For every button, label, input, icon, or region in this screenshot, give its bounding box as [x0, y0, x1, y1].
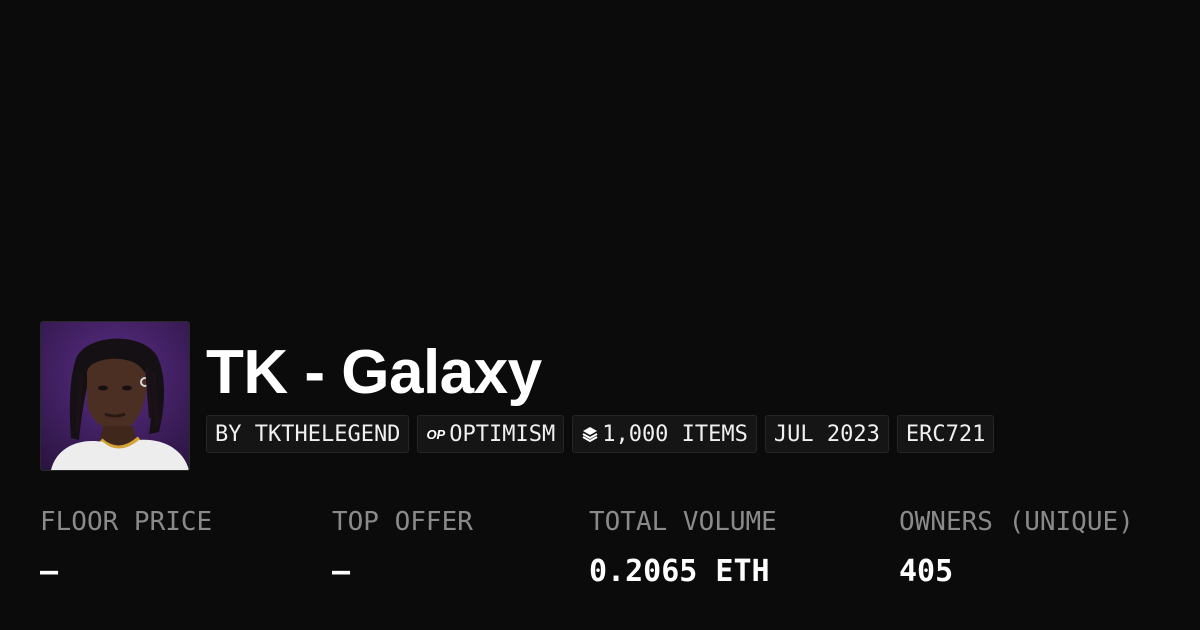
collection-avatar: [40, 321, 190, 471]
floor-price-stat: FLOOR PRICE –: [40, 505, 212, 591]
owners-label: OWNERS (UNIQUE): [899, 507, 1134, 537]
items-chip: 1,000 ITEMS: [572, 415, 757, 453]
total-volume-stat: TOTAL VOLUME 0.2065 ETH: [589, 505, 777, 591]
chain-chip[interactable]: OP OPTIMISM: [417, 415, 565, 453]
creator-chip[interactable]: BY TKTHELEGEND: [206, 415, 410, 453]
chain-label: OPTIMISM: [449, 421, 556, 447]
floor-price-label: FLOOR PRICE: [40, 507, 213, 537]
owners-stat: OWNERS (UNIQUE) 405: [899, 505, 1134, 591]
collection-meta-chips: BY TKTHELEGEND OP OPTIMISM 1,000 ITEMS J…: [206, 415, 995, 453]
standard-label: ERC721: [905, 421, 986, 447]
floor-price-value: –: [40, 554, 59, 589]
items-count-label: 1,000 ITEMS: [602, 421, 748, 447]
artist-portrait-image: [41, 322, 189, 470]
creator-label: BY TKTHELEGEND: [215, 421, 401, 447]
total-volume-value: 0.2065 ETH: [589, 554, 770, 589]
standard-chip: ERC721: [896, 415, 995, 453]
top-offer-stat: TOP OFFER –: [332, 505, 473, 591]
owners-value: 405: [899, 554, 954, 589]
layers-icon: [581, 425, 599, 443]
top-offer-value: –: [332, 554, 351, 589]
total-volume-label: TOTAL VOLUME: [589, 507, 777, 537]
top-offer-label: TOP OFFER: [332, 507, 473, 537]
date-chip: JUL 2023: [764, 415, 889, 453]
optimism-op-icon: OP: [426, 426, 446, 442]
date-label: JUL 2023: [773, 421, 880, 447]
collection-title: TK - Galaxy: [206, 338, 542, 407]
